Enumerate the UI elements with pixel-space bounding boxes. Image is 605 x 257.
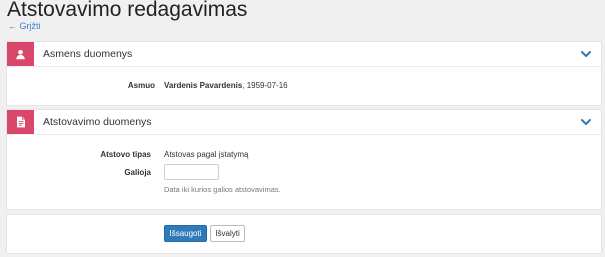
document-icon [7,110,34,134]
asmuo-name: Vardenis Pavardenis [164,81,243,90]
clear-button[interactable]: Išvalyti [210,225,245,242]
representation-data-panel: Atstovavimo duomenys Atstovo tipas Atsto… [6,109,602,210]
page-title: Atstovavimo redagavimas [7,0,248,21]
atstovo-tipas-label: Atstovo tipas [100,150,151,159]
asmuo-dob: , 1959-07-16 [242,81,288,90]
galioja-label: Galioja [124,168,151,177]
chevron-down-icon[interactable] [581,50,591,58]
user-icon [7,42,34,66]
person-panel-title: Asmens duomenys [43,48,133,60]
representation-panel-header[interactable]: Atstovavimo duomenys [7,110,601,135]
person-data-panel: Asmens duomenys Asmuo Vardenis Pavardeni… [6,41,602,106]
actions-panel: Išsaugoti Išvalyti [6,214,602,254]
chevron-down-icon[interactable] [581,118,591,126]
person-panel-header[interactable]: Asmens duomenys [7,42,601,67]
representation-panel-title: Atstovavimo duomenys [43,116,152,128]
asmuo-label: Asmuo [127,81,155,90]
back-link[interactable]: ← Grįžti [8,21,41,31]
atstovo-tipas-value: Atstovas pagal įstatymą [164,150,249,159]
galioja-help-text: Data iki kurios galios atstovavimas. [164,185,281,194]
asmuo-value: Vardenis Pavardenis, 1959-07-16 [164,81,288,90]
save-button[interactable]: Išsaugoti [164,225,207,242]
galioja-date-input[interactable] [164,164,219,180]
